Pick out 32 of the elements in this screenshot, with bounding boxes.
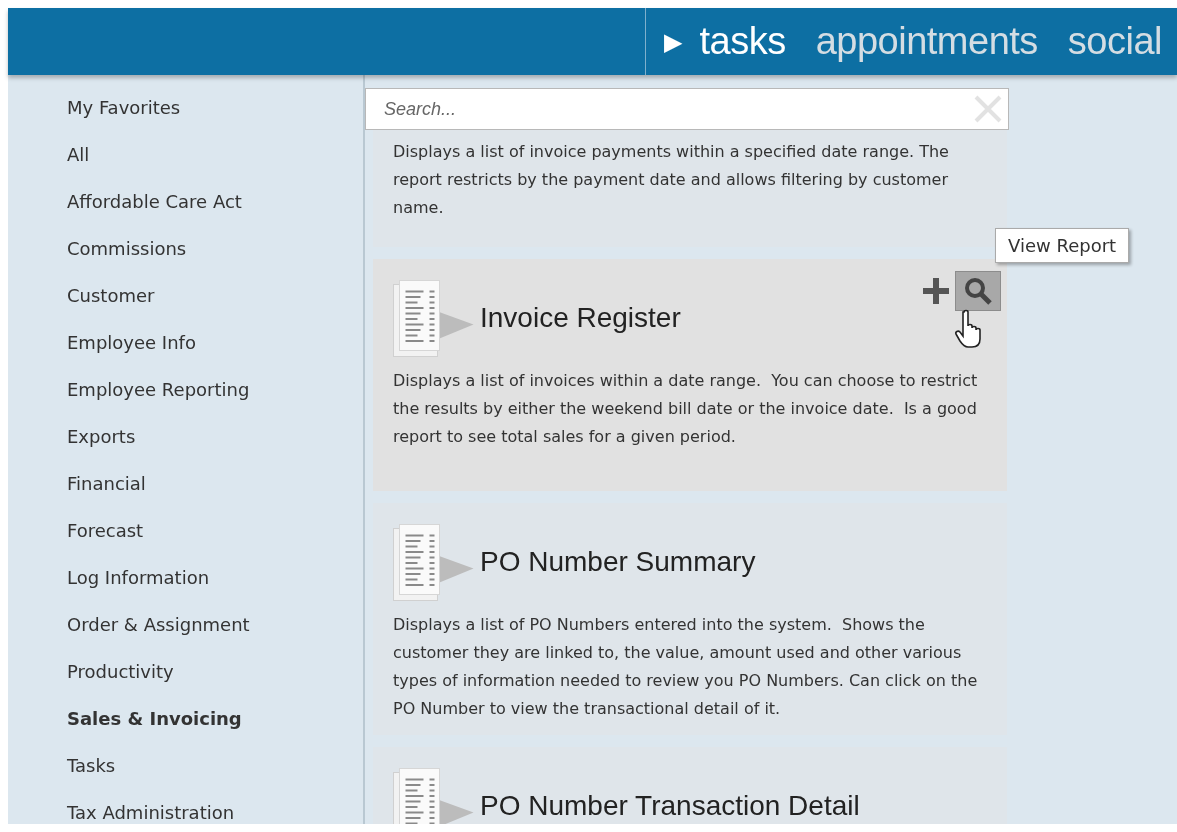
category-link[interactable]: Forecast [67,520,363,567]
nav-link[interactable]: ▶ tasks [664,20,786,63]
search-field[interactable]: Search... [365,88,1009,130]
category-link[interactable]: Order & Assignment [67,614,363,661]
report-title[interactable]: PO Number Summary [480,547,756,577]
category-link[interactable]: Tasks [67,755,363,802]
report-document-icon [393,767,474,824]
report-title[interactable]: Invoice Register [480,303,681,333]
report-document-icon [393,279,474,357]
category-link[interactable]: My Favorites [67,97,363,144]
nav-link[interactable]: appointments [815,20,1038,63]
category-link[interactable]: Employee Info [67,332,363,379]
category-link[interactable]: Exports [67,426,363,473]
report-description: Displays a list of invoices within a date range. You can choose to restrict the results by either the weekend bill date or the invoice date. Is a good report to see total sales for a given period. [393,370,979,448]
report-description: Displays a list of invoice payments within a specified date range. The report restricts by the payment date and allows filtering by customer name. [393,141,950,219]
view-report-button[interactable] [955,271,1001,311]
category-link[interactable]: Commissions [67,238,363,285]
add-icon[interactable] [921,276,951,306]
category-link[interactable]: Financial [67,473,363,520]
category-link[interactable]: Affordable Care Act [67,191,363,238]
category-link[interactable]: Employee Reporting [67,379,363,426]
category-link[interactable]: Log Information [67,567,363,614]
category-link[interactable]: Tax Administration [67,802,363,824]
category-link[interactable]: All [67,144,363,191]
nav-link[interactable]: social [1067,20,1162,63]
report-description: Displays a list of PO Numbers entered into the system. Shows the customer they are linked to, the value, amount used and other various types of information needed to review you PO Numbers. Can click on the PO Number to view the transactional detail of it. [393,614,979,720]
category-link[interactable]: Sales & Invoicing [67,708,363,755]
category-link[interactable]: Customer [67,285,363,332]
category-link[interactable]: Productivity [67,661,363,708]
tooltip: View Report [995,228,1130,263]
report-document-icon [393,523,474,601]
report-title[interactable]: PO Number Transaction Detail [480,791,860,821]
